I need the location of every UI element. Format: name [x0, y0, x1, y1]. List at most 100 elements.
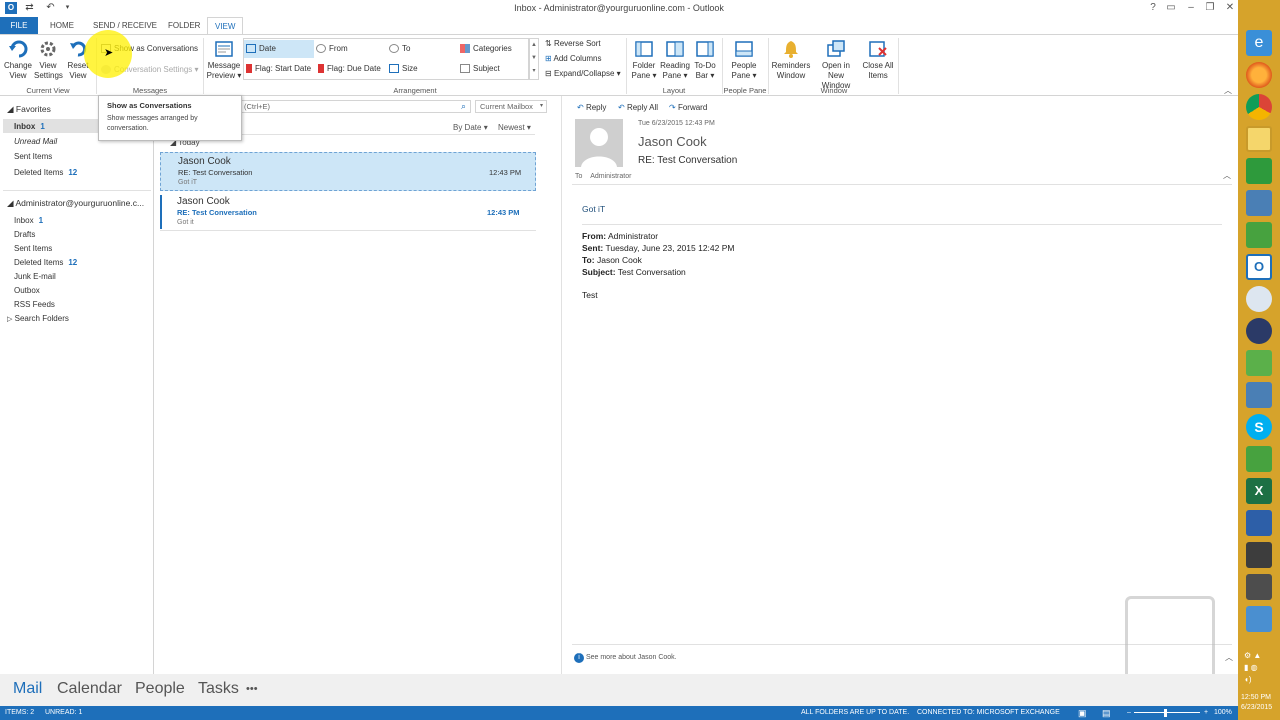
people-pane-info[interactable]: i See more about Jason Cook.: [574, 653, 677, 663]
close-button[interactable]: ✕: [1221, 1, 1239, 15]
green-app-icon[interactable]: [1246, 350, 1272, 376]
tab-home[interactable]: HOME: [43, 17, 81, 34]
view-settings-button[interactable]: View Settings: [34, 39, 63, 81]
close-all-items-button[interactable]: Close All Items: [860, 39, 896, 81]
ribbon-display-options-button[interactable]: ▭: [1162, 1, 1180, 15]
nav-people[interactable]: People: [135, 680, 185, 698]
zoom-out-icon[interactable]: –: [1127, 706, 1131, 720]
arrange-from-option[interactable]: From: [316, 44, 348, 54]
green-app-icon[interactable]: [1246, 446, 1272, 472]
zoom-thumb[interactable]: [1164, 709, 1167, 717]
arrange-subject-option[interactable]: Subject: [460, 64, 500, 74]
folder-item-rss[interactable]: RSS Feeds: [14, 300, 55, 309]
reply-button[interactable]: ↶ Reply: [577, 103, 606, 113]
todo-bar-button[interactable]: To-Do Bar ▾: [692, 39, 718, 81]
message-list: ox (Ctrl+E) ⌕ Current Mailbox ▾ By Date ▾…: [155, 96, 560, 674]
folder-item-search-folders[interactable]: ▷ Search Folders: [7, 314, 69, 323]
gallery-scroll[interactable]: ▲ ▼ ▾: [529, 38, 539, 80]
open-new-window-button[interactable]: Open in New Window: [813, 39, 859, 91]
account-header[interactable]: ◢ Administrator@yourguruonline.c...: [7, 198, 144, 209]
firefox-icon[interactable]: [1246, 62, 1272, 88]
folder-item-drafts[interactable]: Drafts: [14, 230, 35, 239]
arrange-date-label: Date: [259, 44, 276, 53]
reply-all-button[interactable]: ↶ Reply All: [618, 103, 658, 113]
arrange-categories-option[interactable]: Categories: [460, 44, 512, 54]
lock-app-icon[interactable]: [1246, 318, 1272, 344]
tab-folder[interactable]: FOLDER: [161, 17, 207, 34]
remote-desktop-icon[interactable]: [1246, 382, 1272, 408]
zoom-slider[interactable]: [1134, 709, 1200, 717]
change-view-button[interactable]: Change View: [2, 39, 34, 81]
folder-item-inbox[interactable]: Inbox 1: [14, 216, 43, 225]
network-app-icon[interactable]: [1246, 510, 1272, 536]
tab-file[interactable]: FILE: [0, 17, 38, 34]
search-scope-dropdown[interactable]: Current Mailbox ▾: [475, 100, 547, 113]
flag-icon: [318, 64, 324, 74]
skype-icon[interactable]: S: [1246, 414, 1272, 440]
sort-order-dropdown[interactable]: Newest ▾: [498, 123, 531, 133]
folder-item-outbox[interactable]: Outbox: [14, 286, 40, 295]
outlook-taskbar-icon[interactable]: O: [1246, 254, 1272, 280]
favorites-header[interactable]: ◢ Favorites: [7, 104, 51, 115]
collapse-ribbon-icon[interactable]: ︿: [1224, 85, 1232, 96]
arrange-to-option[interactable]: To: [389, 44, 410, 54]
chrome-icon[interactable]: [1246, 94, 1272, 120]
sort-by-dropdown[interactable]: By Date ▾: [453, 123, 488, 133]
search-icon[interactable]: ⌕: [461, 101, 466, 112]
clock-date[interactable]: 6/23/2015: [1241, 704, 1272, 711]
favorite-item-unread[interactable]: Unread Mail: [14, 137, 57, 146]
remote-desktop-icon[interactable]: [1246, 190, 1272, 216]
app-icon[interactable]: [1246, 286, 1272, 312]
normal-view-icon[interactable]: ▣: [1078, 706, 1087, 720]
folder-pane-button[interactable]: Folder Pane ▾: [630, 39, 658, 81]
folder-item-deleted[interactable]: Deleted Items 12: [14, 258, 77, 267]
reading-view-icon[interactable]: ▤: [1102, 706, 1111, 720]
search-input[interactable]: ox (Ctrl+E) ⌕: [230, 100, 471, 113]
reading-pane-button[interactable]: Reading Pane ▾: [660, 39, 690, 81]
help-button[interactable]: ?: [1144, 1, 1162, 15]
change-view-label: Change View: [3, 61, 33, 80]
nav-calendar[interactable]: Calendar: [57, 680, 122, 698]
message-preview-button[interactable]: Message Preview ▾: [206, 39, 242, 81]
people-pane-button[interactable]: People Pane ▾: [728, 39, 760, 81]
arrange-flag-start-option[interactable]: Flag: Start Date: [246, 64, 311, 74]
folder-item-junk[interactable]: Junk E-mail: [14, 272, 56, 281]
nav-mail[interactable]: Mail: [13, 680, 42, 698]
spreadsheet-app-icon[interactable]: [1246, 158, 1272, 184]
favorite-item-deleted[interactable]: Deleted Items 12: [14, 168, 77, 177]
arrange-flag-due-option[interactable]: Flag: Due Date: [318, 64, 381, 74]
app-icon[interactable]: [1246, 606, 1272, 632]
tray-icons[interactable]: ⚙ ▲ ▮ ◍ ◖): [1244, 650, 1261, 686]
minimize-button[interactable]: –: [1182, 1, 1200, 15]
clock-time[interactable]: 12:50 PM: [1241, 694, 1271, 701]
restore-button[interactable]: ❐: [1201, 1, 1219, 15]
arrange-size-option[interactable]: Size: [389, 64, 418, 74]
file-explorer-icon[interactable]: [1246, 126, 1272, 152]
forward-button[interactable]: ↷ Forward: [669, 103, 707, 113]
app-icon[interactable]: [1246, 542, 1272, 568]
tab-view[interactable]: VIEW: [207, 17, 244, 34]
arrange-date-option[interactable]: Date: [244, 40, 314, 58]
zoom-level[interactable]: 100%: [1214, 706, 1232, 720]
collapse-header-icon[interactable]: ︿: [1223, 170, 1231, 181]
expand-people-pane-icon[interactable]: ︿: [1225, 652, 1233, 663]
nav-more[interactable]: •••: [246, 683, 258, 695]
list-item[interactable]: Jason Cook RE: Test Conversation Got it …: [160, 193, 536, 231]
zoom-in-icon[interactable]: +: [1204, 706, 1208, 720]
expand-collapse-button[interactable]: ⊟ Expand/Collapse ▾: [545, 69, 621, 79]
folder-item-sent[interactable]: Sent Items: [14, 244, 52, 253]
reminders-window-button[interactable]: Reminders Window: [770, 39, 812, 81]
to-recipient[interactable]: Administrator: [590, 173, 631, 180]
green-app-icon[interactable]: [1246, 222, 1272, 248]
list-item[interactable]: Jason Cook RE: Test Conversation Got iT …: [160, 152, 536, 191]
sent-label: Sent:: [582, 243, 604, 253]
ie-icon[interactable]: e: [1246, 30, 1272, 56]
unread-indicator: [160, 195, 162, 229]
reverse-sort-button[interactable]: ⇅ Reverse Sort: [545, 39, 601, 49]
add-columns-button[interactable]: ⊞ Add Columns: [545, 54, 602, 64]
excel-icon[interactable]: X: [1246, 478, 1272, 504]
app-icon[interactable]: [1246, 574, 1272, 600]
favorite-item-sent[interactable]: Sent Items: [14, 152, 52, 161]
sender-name[interactable]: Jason Cook: [638, 134, 707, 149]
nav-tasks[interactable]: Tasks: [198, 680, 239, 698]
